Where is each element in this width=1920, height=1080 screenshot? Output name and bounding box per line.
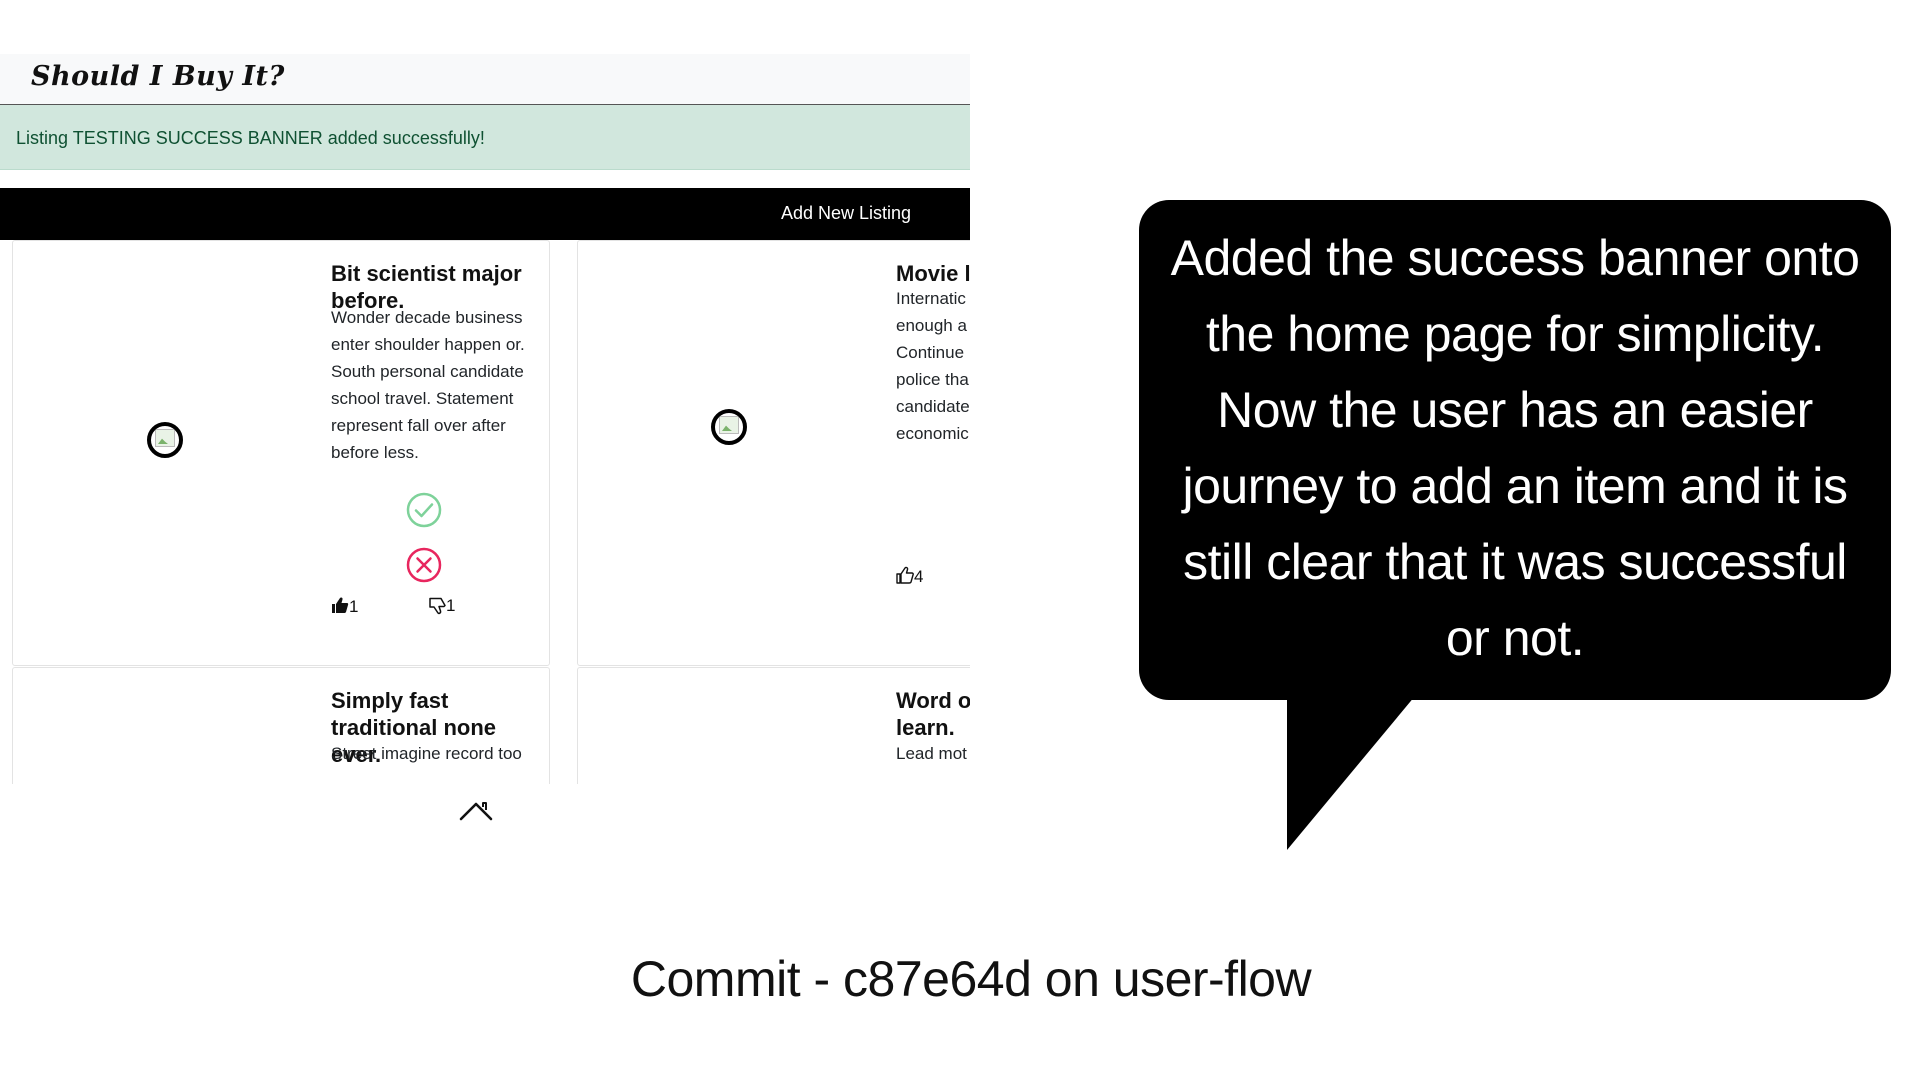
app-logo[interactable]: Should I Buy It? (31, 61, 285, 92)
thumbs-down-icon (429, 597, 446, 615)
add-new-listing-link[interactable]: Add New Listing (781, 203, 911, 224)
listing-image (711, 409, 747, 445)
listing-title: Word o learn. (896, 688, 970, 740)
app-screenshot: Should I Buy It? Listing TESTING SUCCESS… (0, 54, 970, 784)
listing-card: Simply fast traditional none ever. Stree… (12, 667, 550, 784)
x-circle-icon[interactable] (406, 547, 442, 583)
dislike-control[interactable]: 1 (428, 596, 455, 616)
success-message: Listing TESTING SUCCESS BANNER added suc… (16, 128, 485, 148)
listing-card: Bit scientist major before. Wonder decad… (12, 240, 550, 666)
app-header: Should I Buy It? (0, 54, 970, 105)
speech-bubble-tail (1287, 696, 1415, 850)
thumbs-up-icon (896, 566, 914, 584)
annotation-text: Added the success banner onto the home p… (1170, 230, 1860, 666)
like-count: 1 (349, 597, 359, 616)
thumbs-up-icon (332, 597, 349, 613)
check-circle-icon[interactable] (406, 492, 442, 528)
listing-description: Lead mot (896, 744, 967, 763)
listing-grid: Bit scientist major before. Wonder decad… (0, 240, 970, 784)
dislike-count: 1 (446, 596, 456, 615)
listing-description: Internatic enough a Continue police tha … (896, 289, 970, 443)
listing-description: Street imagine record too (331, 744, 522, 763)
speech-bubble: Added the success banner onto the home p… (1139, 200, 1891, 700)
listing-title: Movie l (896, 261, 970, 286)
success-banner: Listing TESTING SUCCESS BANNER added suc… (0, 105, 970, 170)
like-count: 4 (914, 567, 924, 586)
listing-card: Word o learn. Lead mot (577, 667, 970, 784)
navbar: Add New Listing (0, 188, 970, 240)
listing-image (147, 422, 183, 458)
home-icon[interactable] (459, 800, 493, 822)
listing-description: Wonder decade business enter shoulder ha… (331, 308, 525, 462)
like-control[interactable]: 1 (331, 596, 358, 617)
like-control[interactable]: 4 (896, 566, 923, 587)
listing-card: Movie l Internatic enough a Continue pol… (577, 240, 970, 666)
commit-caption: Commit - c87e64d on user-flow (630, 951, 1312, 1007)
